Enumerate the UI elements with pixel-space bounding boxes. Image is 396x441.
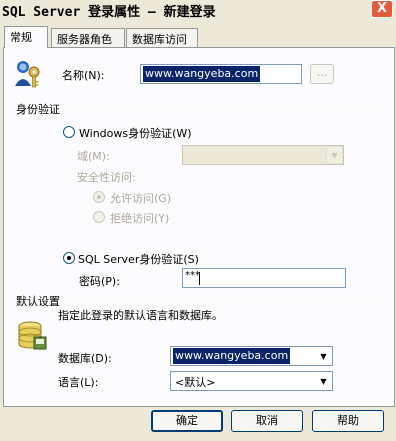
language-chevron-down-icon[interactable]: ▼ xyxy=(315,372,332,390)
language-select[interactable]: <默认> ▼ xyxy=(170,371,333,391)
database-icon xyxy=(16,320,50,352)
domain-chevron-down-icon[interactable]: ▼ xyxy=(326,146,343,164)
login-key-icon xyxy=(12,58,44,90)
defaults-section-heading: 默认设置 xyxy=(16,295,60,308)
deny-access-label[interactable]: 拒绝访问(Y) xyxy=(110,210,169,226)
auth-section-heading: 身份验证 xyxy=(16,103,60,116)
ok-button[interactable]: 确定 xyxy=(151,410,223,432)
defaults-description: 指定此登录的默认语言和数据库。 xyxy=(58,309,223,322)
allow-access-radio[interactable] xyxy=(93,191,105,203)
database-chevron-down-icon[interactable]: ▼ xyxy=(315,347,332,365)
auth-divider xyxy=(72,108,372,109)
deny-access-radio[interactable] xyxy=(93,211,105,223)
window-title: SQL Server 登录属性 — 新建登录 xyxy=(2,5,216,20)
language-label: 语言(L): xyxy=(58,376,99,389)
database-select[interactable]: www.wangyeba.com ▼ xyxy=(170,346,333,366)
tab-database-access[interactable]: 数据库访问 xyxy=(126,28,198,47)
name-input[interactable]: www.wangyeba.com xyxy=(140,64,302,84)
windows-auth-label[interactable]: Windows身份验证(W) xyxy=(79,125,192,141)
database-label: 数据库(D): xyxy=(58,352,112,365)
sql-auth-label[interactable]: SQL Server身份验证(S) xyxy=(78,251,199,267)
password-label: 密码(P): xyxy=(79,275,120,288)
help-button[interactable]: 帮助 xyxy=(312,410,384,432)
sql-auth-radio[interactable] xyxy=(63,252,75,264)
close-button[interactable]: X xyxy=(371,0,393,18)
tab-general[interactable]: 常规 xyxy=(4,26,48,48)
cancel-button[interactable]: 取消 xyxy=(231,410,303,432)
domain-select[interactable]: ▼ xyxy=(182,145,344,165)
browse-button[interactable]: ... xyxy=(310,64,334,84)
windows-auth-radio[interactable] xyxy=(63,126,75,138)
text-cursor xyxy=(199,272,200,285)
domain-label: 域(M): xyxy=(77,150,110,163)
password-value: *** xyxy=(185,270,200,281)
language-value: <默认> xyxy=(175,376,216,389)
name-value: www.wangyeba.com xyxy=(143,66,261,82)
security-access-label: 安全性访问: xyxy=(77,171,136,184)
password-input[interactable]: *** xyxy=(182,268,346,288)
name-label: 名称(N): xyxy=(62,69,105,82)
database-value: www.wangyeba.com xyxy=(173,348,291,364)
defaults-divider xyxy=(72,300,372,301)
allow-access-label[interactable]: 允许访问(G) xyxy=(110,190,171,206)
tab-server-roles[interactable]: 服务器角色 xyxy=(51,28,125,47)
